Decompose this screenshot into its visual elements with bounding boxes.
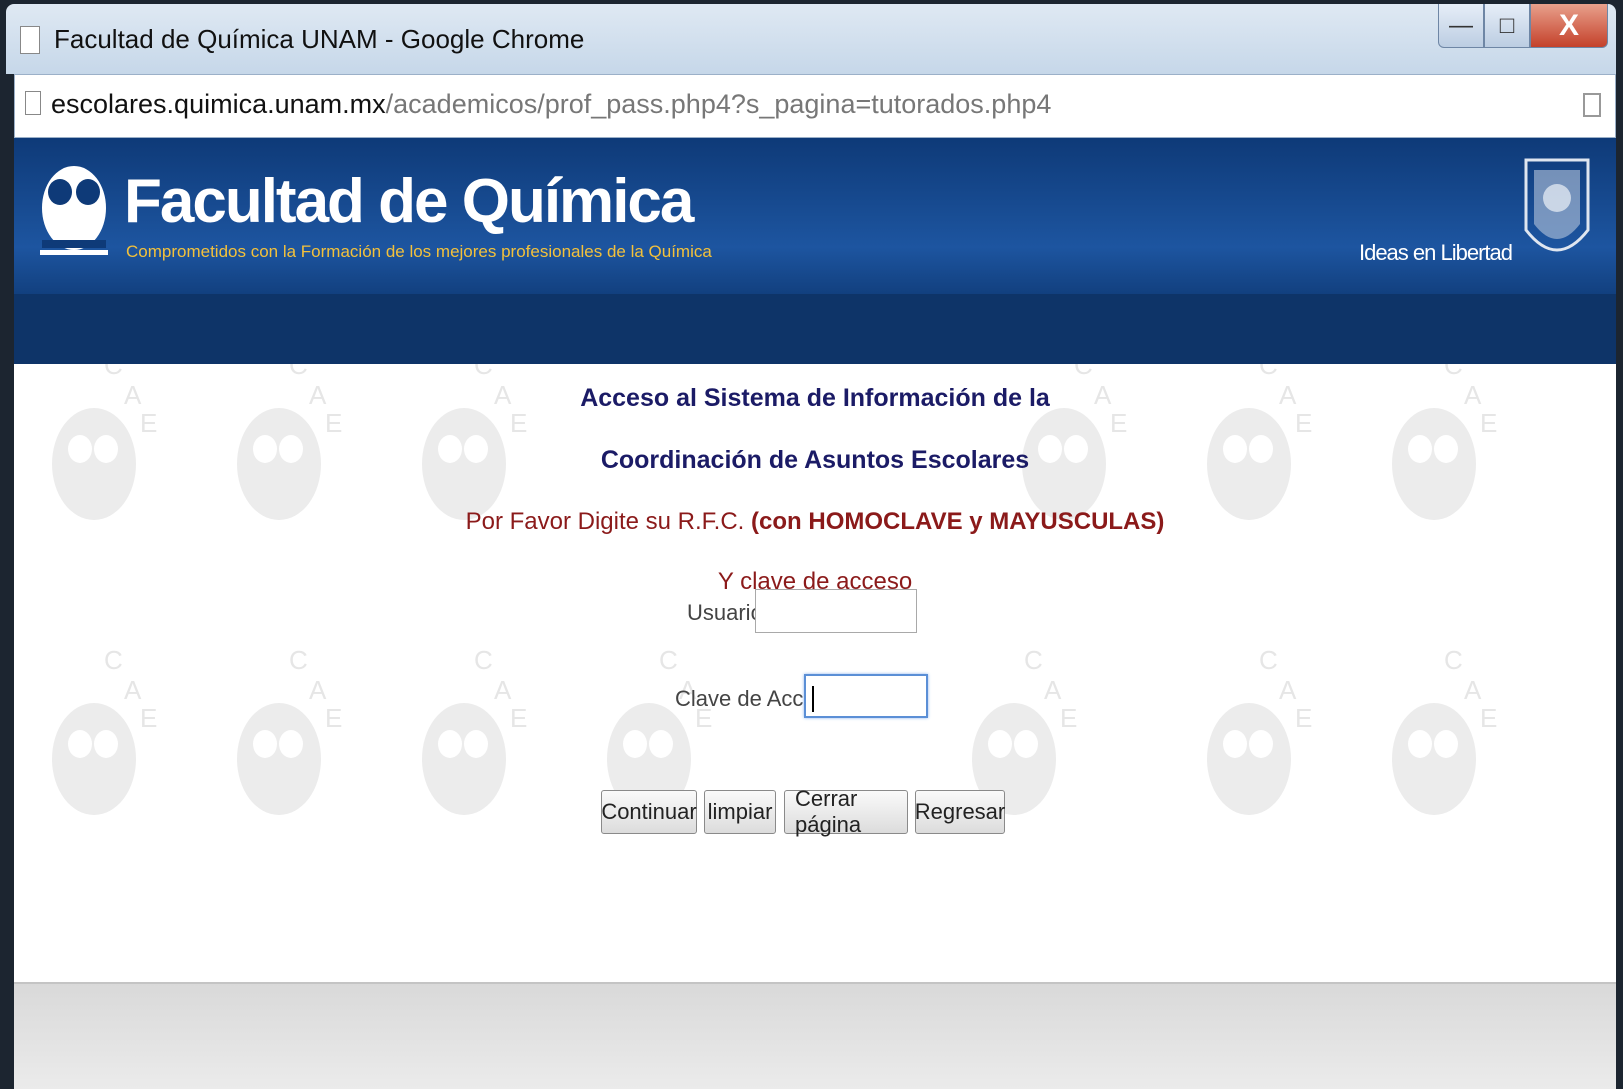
page-icon	[20, 26, 40, 54]
password-field[interactable]	[804, 674, 928, 718]
site-header: Facultad de Química Comprometidos con la…	[14, 138, 1616, 294]
browser-window: Facultad de Química UNAM - Google Chrome…	[0, 0, 1623, 1089]
url-path: /academicos/prof_pass.php4?s_pagina=tuto…	[385, 89, 1052, 119]
clear-button[interactable]: limpiar	[704, 790, 776, 834]
url-host: escolares.quimica.unam.mx	[51, 89, 386, 119]
back-button[interactable]: Regresar	[915, 790, 1005, 834]
minimize-button[interactable]: —	[1438, 4, 1484, 48]
instruction-prefix: Por Favor Digite su R.F.C.	[465, 508, 752, 535]
title-bar: Facultad de Química UNAM - Google Chrome…	[6, 4, 1616, 74]
url-text[interactable]: escolares.quimica.unam.mx/academicos/pro…	[51, 89, 1051, 120]
translate-icon[interactable]	[1583, 93, 1601, 117]
heading-line-1: Acceso al Sistema de Información de la	[580, 384, 1050, 412]
instruction-emphasis: (con HOMOCLAVE y MAYUSCULAS)	[751, 508, 1165, 535]
instruction-text: Por Favor Digite su R.F.C. (con HOMOCLAV…	[14, 508, 1616, 536]
window-title: Facultad de Química UNAM - Google Chrome	[54, 24, 585, 54]
minimize-icon: —	[1449, 11, 1473, 39]
site-tagline: Comprometidos con la Formación de los me…	[126, 242, 712, 261]
address-bar[interactable]: escolares.quimica.unam.mx/academicos/pro…	[14, 74, 1616, 138]
close-page-button[interactable]: Cerrar página	[784, 786, 908, 837]
page-icon	[25, 91, 41, 115]
login-content: C A E Acceso al Sistema d	[14, 364, 1616, 982]
site-brand: Facultad de Química	[124, 167, 694, 236]
maximize-button[interactable]: □	[1484, 4, 1530, 48]
page-footer	[14, 982, 1616, 1089]
window-controls: — □ X	[1438, 4, 1608, 48]
nav-band	[14, 294, 1616, 364]
unam-seal-icon	[1524, 158, 1590, 252]
owl-logo-icon	[40, 166, 108, 255]
maximize-icon: □	[1499, 11, 1515, 39]
continue-button[interactable]: Continuar	[601, 790, 697, 834]
close-button[interactable]: X	[1530, 4, 1608, 48]
text-caret	[812, 686, 814, 712]
user-input[interactable]	[755, 589, 917, 633]
site-motto: Ideas en Libertad	[1358, 240, 1513, 265]
heading-line-2: Coordinación de Asuntos Escolares	[600, 446, 1030, 474]
page-viewport: Facultad de Química Comprometidos con la…	[14, 138, 1616, 1089]
close-icon: X	[1558, 8, 1579, 42]
